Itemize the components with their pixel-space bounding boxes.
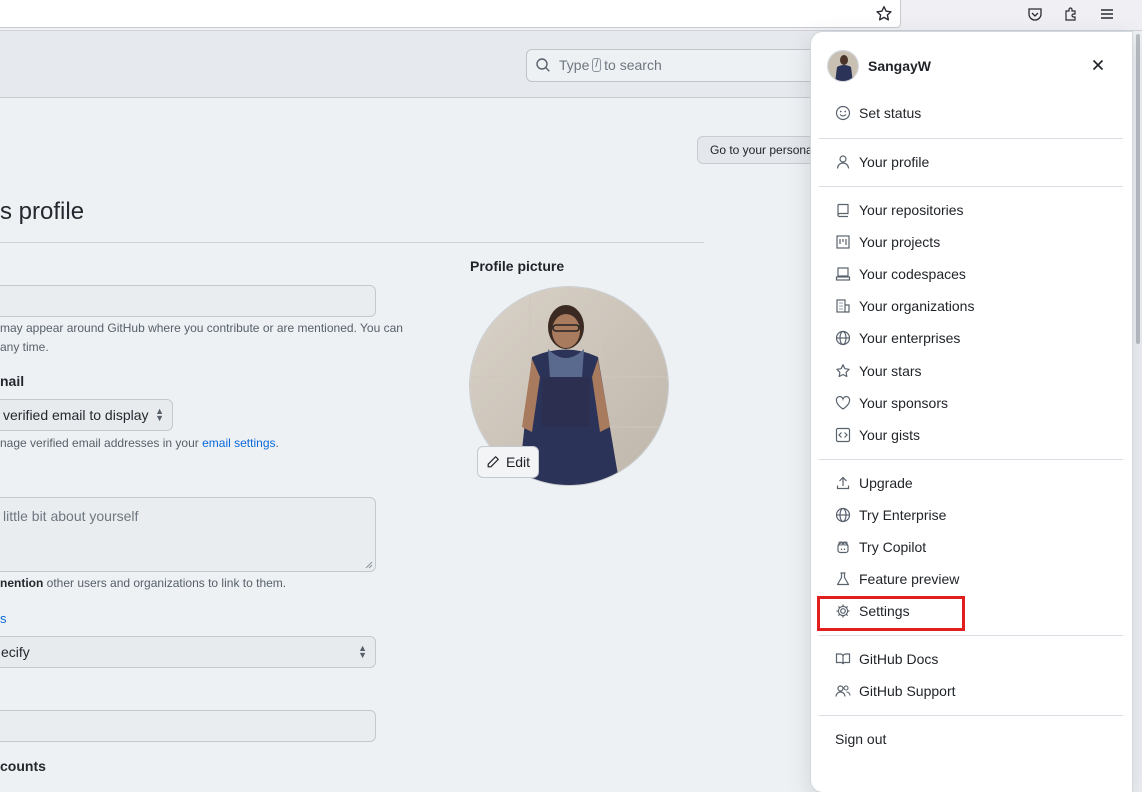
close-icon[interactable] [1089, 56, 1107, 74]
code-square-icon [835, 427, 851, 443]
public-email-label: nail [0, 373, 25, 389]
select-arrows-icon: ▲ ▼ [155, 406, 164, 423]
pronouns-label: s [0, 611, 7, 626]
menu-item-your-organizations[interactable]: Your organizations [835, 296, 974, 316]
globe-icon [835, 330, 851, 346]
search-placeholder-post: to search [604, 57, 662, 73]
menu-item-github-docs[interactable]: GitHub Docs [835, 649, 938, 669]
menu-user-header: SangayW [827, 50, 931, 82]
page-title: s profile [0, 198, 85, 225]
menu-divider [819, 138, 1123, 139]
edit-label: Edit [505, 454, 531, 470]
social-accounts-label: counts [0, 758, 46, 774]
settings-highlight-box [817, 596, 965, 631]
search-shortcut-key: / [592, 58, 602, 72]
email-settings-link[interactable]: email settings [202, 436, 275, 450]
menu-divider [819, 186, 1123, 187]
url-input[interactable] [0, 710, 376, 742]
menu-item-your-sponsors[interactable]: Your sponsors [835, 393, 948, 413]
url-bar[interactable] [0, 0, 901, 28]
edit-picture-button[interactable]: Edit [477, 446, 539, 478]
menu-item-github-support[interactable]: GitHub Support [835, 681, 956, 701]
profile-picture-label: Profile picture [470, 258, 565, 274]
divider [0, 242, 704, 243]
copilot-icon [837, 541, 849, 554]
people-icon [835, 685, 851, 697]
pocket-icon[interactable] [1025, 4, 1045, 24]
menu-item-sign-out[interactable]: Sign out [835, 729, 886, 749]
pronouns-select[interactable]: ecify ▲ ▼ [0, 636, 376, 668]
menu-username: SangayW [868, 58, 932, 74]
search-icon [535, 57, 551, 76]
book-icon [835, 653, 851, 665]
browser-toolbar [0, 0, 1142, 31]
resize-handle-icon[interactable] [364, 560, 373, 569]
heart-icon [835, 395, 851, 410]
search-placeholder-pre: Type [559, 57, 590, 73]
globe-icon [835, 507, 851, 523]
scrollbar-thumb[interactable] [1136, 34, 1140, 344]
menu-item-try-copilot[interactable]: Try Copilot [835, 537, 926, 557]
menu-item-set-status[interactable]: Set status [835, 103, 921, 123]
menu-item-try-enterprise[interactable]: Try Enterprise [835, 505, 946, 525]
select-arrows-icon: ▲ ▼ [358, 643, 367, 660]
bio-placeholder: little bit about yourself [3, 508, 139, 524]
menu-item-your-repositories[interactable]: Your repositories [835, 200, 964, 220]
project-icon [836, 235, 850, 249]
star-icon [836, 364, 850, 378]
account-menu: SangayW Set status Your profile Your rep… [811, 32, 1132, 792]
upload-icon [836, 476, 850, 490]
name-input[interactable] [0, 285, 376, 317]
bio-textarea[interactable]: little bit about yourself [0, 497, 376, 572]
codespaces-icon [835, 267, 851, 281]
person-icon [836, 155, 850, 169]
bookmark-star-icon[interactable] [874, 4, 894, 24]
beaker-icon [836, 572, 850, 586]
extensions-icon[interactable] [1061, 4, 1081, 24]
search-input[interactable]: Type / to search [526, 49, 848, 82]
menu-item-your-stars[interactable]: Your stars [835, 361, 922, 381]
menu-divider [819, 459, 1123, 460]
menu-item-your-gists[interactable]: Your gists [835, 425, 920, 445]
menu-item-your-enterprises[interactable]: Your enterprises [835, 328, 960, 348]
menu-item-your-projects[interactable]: Your projects [835, 232, 940, 252]
organization-icon [836, 299, 850, 313]
avatar [827, 50, 859, 82]
menu-item-feature-preview[interactable]: Feature preview [835, 569, 959, 589]
pencil-icon [487, 456, 499, 468]
menu-item-upgrade[interactable]: Upgrade [835, 473, 913, 493]
public-email-select[interactable]: verified email to display ▲ ▼ [0, 399, 173, 431]
smiley-icon [835, 105, 851, 121]
hamburger-menu-icon[interactable] [1097, 4, 1117, 24]
menu-item-your-codespaces[interactable]: Your codespaces [835, 264, 966, 284]
public-email-value: verified email to display [3, 407, 149, 423]
name-note-line1: may appear around GitHub where you contr… [0, 321, 403, 335]
menu-item-your-profile[interactable]: Your profile [835, 152, 929, 172]
menu-divider [819, 715, 1123, 716]
pronouns-value: ecify [1, 644, 30, 660]
email-note: nage verified email addresses in your em… [0, 436, 279, 450]
name-note-line2: any time. [0, 340, 49, 354]
menu-divider [819, 635, 1123, 636]
bio-note: nention other users and organizations to… [0, 576, 287, 590]
repo-icon [837, 203, 849, 218]
